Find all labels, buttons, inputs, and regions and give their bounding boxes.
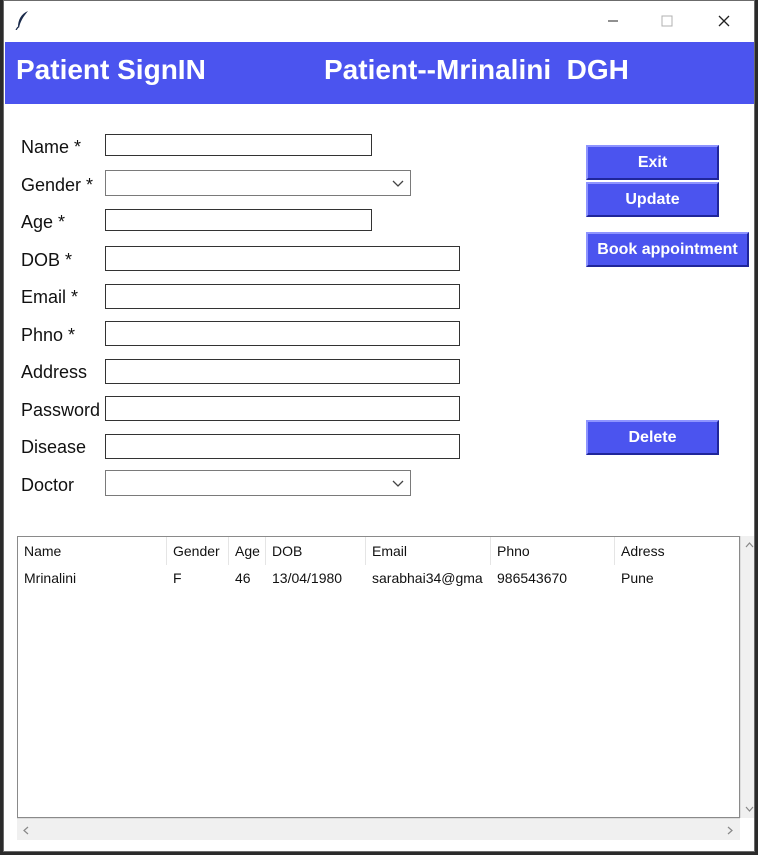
disease-input[interactable] — [105, 434, 460, 459]
doctor-label: Doctor — [21, 475, 75, 495]
column-header-gender[interactable]: Gender — [167, 537, 229, 565]
cell-gender: F — [173, 570, 182, 586]
app-window: Patient SignIN Patient--Mrinalini DGH Na… — [3, 0, 755, 852]
page-title: Patient SignIN — [16, 54, 206, 85]
scroll-left-icon[interactable] — [23, 826, 29, 835]
name-input[interactable] — [105, 134, 372, 156]
column-header-email[interactable]: Email — [366, 537, 491, 565]
column-header-adress[interactable]: Adress — [615, 537, 739, 565]
close-button[interactable] — [701, 1, 747, 41]
column-header-name[interactable]: Name — [18, 537, 167, 565]
gender-label: Gender * — [21, 175, 94, 195]
password-input[interactable] — [105, 396, 460, 421]
column-header-dob[interactable]: DOB — [266, 537, 366, 565]
dob-label: DOB * — [21, 250, 73, 270]
password-label: Password — [21, 400, 101, 420]
patient-banner: Patient--Mrinalini DGH — [324, 54, 629, 85]
chevron-down-icon — [392, 180, 404, 187]
close-icon — [718, 15, 730, 27]
patient-table[interactable]: Name Gender Age DOB Email Phno Adress Mr… — [17, 536, 740, 818]
cell-adress: Pune — [621, 570, 654, 586]
address-input[interactable] — [105, 359, 460, 384]
cell-email: sarabhai34@gma — [372, 570, 483, 586]
scroll-down-icon[interactable] — [745, 806, 754, 812]
address-label: Address — [21, 362, 88, 382]
maximize-button[interactable] — [644, 1, 690, 41]
header-banner: Patient SignIN Patient--Mrinalini DGH — [5, 42, 754, 104]
name-label: Name * — [21, 137, 82, 157]
gender-select[interactable] — [105, 170, 411, 196]
feather-icon — [15, 11, 28, 30]
disease-label: Disease — [21, 437, 87, 457]
update-button[interactable]: Update — [586, 182, 719, 217]
dob-input[interactable] — [105, 246, 460, 271]
scroll-right-icon[interactable] — [727, 826, 733, 835]
doctor-select[interactable] — [105, 470, 411, 496]
chevron-down-icon — [392, 480, 404, 487]
scroll-up-icon[interactable] — [745, 542, 754, 548]
email-input[interactable] — [105, 284, 460, 309]
horizontal-scrollbar[interactable] — [17, 818, 740, 840]
age-input[interactable] — [105, 209, 372, 231]
cell-age: 46 — [235, 570, 251, 586]
cell-name: Mrinalini — [24, 570, 77, 586]
phno-input[interactable] — [105, 321, 460, 346]
cell-dob: 13/04/1980 — [272, 570, 343, 586]
phno-label: Phno * — [21, 325, 76, 345]
email-label: Email * — [21, 287, 79, 307]
column-header-age[interactable]: Age — [229, 537, 266, 565]
book-appointment-button[interactable]: Book appointment — [586, 232, 749, 267]
delete-button[interactable]: Delete — [586, 420, 719, 455]
exit-button[interactable]: Exit — [586, 145, 719, 180]
cell-phno: 986543670 — [497, 570, 568, 586]
minimize-icon — [608, 20, 618, 22]
column-header-phno[interactable]: Phno — [491, 537, 615, 565]
title-bar — [4, 1, 754, 41]
minimize-button[interactable] — [590, 1, 636, 41]
maximize-icon — [661, 15, 673, 27]
vertical-scrollbar[interactable] — [740, 536, 754, 818]
age-label: Age * — [21, 212, 66, 232]
